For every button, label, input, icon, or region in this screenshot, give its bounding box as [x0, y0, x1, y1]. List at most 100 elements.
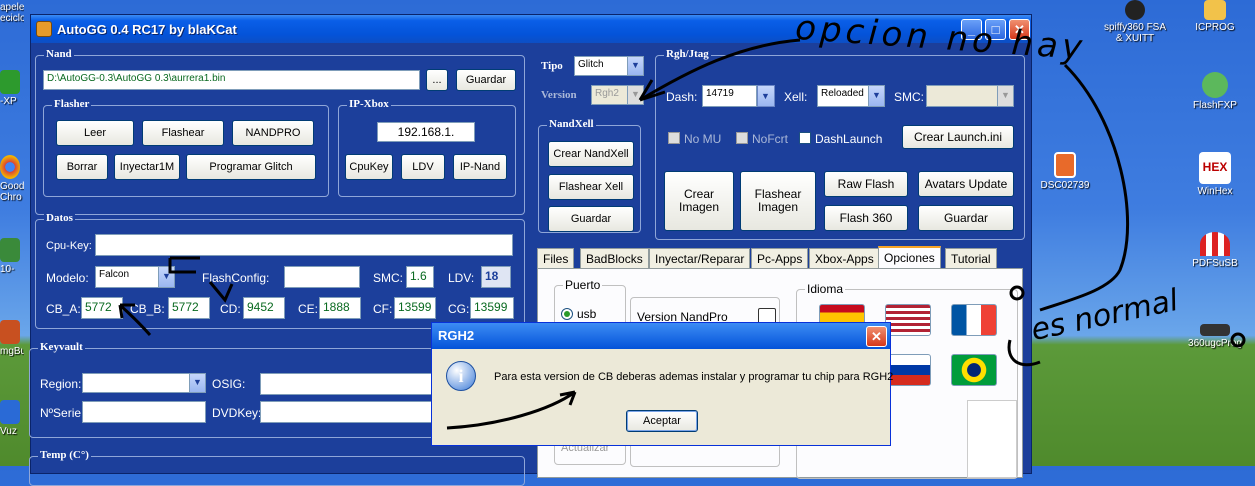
region-select[interactable]: ▼: [82, 373, 206, 393]
flasher-group: Flasher Leer Flashear NANDPRO Borrar Iny…: [43, 98, 329, 197]
app-icon: [0, 238, 20, 262]
avatars-update-button[interactable]: Avatars Update: [918, 171, 1014, 197]
dashlaunch-checkbox[interactable]: [799, 132, 811, 144]
dvdkey-field[interactable]: [260, 401, 440, 423]
tab-opciones[interactable]: Opciones: [878, 246, 941, 268]
flashear-imagen-button[interactable]: Flashear Imagen: [740, 171, 816, 231]
crear-launch-button[interactable]: Crear Launch.ini: [902, 125, 1014, 149]
nomu-checkbox[interactable]: [668, 132, 680, 144]
ce-label: CE:: [298, 302, 319, 316]
desktop-left-icon[interactable]: mgBu: [0, 320, 24, 357]
brazil-flag-icon[interactable]: [951, 354, 997, 386]
flashconfig-field[interactable]: [284, 266, 360, 288]
dialog-message: Para esta version de CB deberas ademas i…: [494, 371, 894, 383]
version-label: Version: [541, 89, 577, 101]
programar-glitch-button[interactable]: Programar Glitch: [186, 154, 316, 180]
desktop-left-icon[interactable]: Vuz: [0, 400, 24, 437]
nandpro-button[interactable]: NANDPRO: [232, 120, 314, 146]
serie-label: NºSerie:: [40, 406, 85, 420]
info-icon: i: [446, 361, 476, 391]
nandxell-save-button[interactable]: Guardar: [548, 206, 634, 232]
tab-tutorial[interactable]: Tutorial: [945, 248, 997, 268]
ldv-button[interactable]: LDV: [401, 154, 445, 180]
tipo-label: Tipo: [541, 60, 563, 72]
cpukey-button[interactable]: CpuKey: [345, 154, 393, 180]
dash-arrow[interactable]: ▼: [757, 85, 775, 107]
tab-files[interactable]: Files: [537, 248, 575, 268]
version-value: Rgh2: [595, 88, 619, 99]
desktop-left-label: Vuz: [0, 426, 17, 437]
tipo-select[interactable]: Glitch ▼: [574, 56, 644, 76]
dialog-title-bar[interactable]: RGH2 ✕: [432, 323, 890, 349]
borrar-button[interactable]: Borrar: [56, 154, 108, 180]
desktop-icon[interactable]: 360ugcProg: [1180, 318, 1250, 349]
browse-button[interactable]: ...: [426, 69, 448, 91]
dash-label: Dash:: [666, 90, 698, 104]
dialog-title: RGH2: [438, 328, 475, 343]
nand-save-button[interactable]: Guardar: [456, 69, 516, 91]
dvdkey-label: DVDKey:: [212, 406, 262, 420]
desktop-icon[interactable]: ICPROG: [1180, 0, 1250, 33]
radio-dot: [564, 311, 570, 317]
ip-field[interactable]: 192.168.1.: [377, 122, 475, 142]
chevron-down-icon: ▼: [627, 86, 643, 104]
raw-flash-button[interactable]: Raw Flash: [824, 171, 908, 197]
image-file-icon: [1054, 152, 1076, 178]
inyectar1m-button[interactable]: Inyectar1M: [114, 154, 180, 180]
xell-select[interactable]: Reloaded ▼: [817, 85, 885, 107]
smc-select[interactable]: ▼: [926, 85, 1014, 107]
scrollbar[interactable]: [967, 400, 1017, 478]
serie-field[interactable]: [82, 401, 206, 423]
desktop-left-icon[interactable]: 10-: [0, 238, 24, 275]
xell-value: Reloaded: [821, 88, 864, 99]
datos-legend: Datos: [44, 212, 75, 224]
modelo-select[interactable]: Falcon ▼: [95, 266, 175, 288]
desktop-left-icon[interactable]: Good Chro: [0, 155, 24, 203]
osig-field[interactable]: [260, 373, 440, 395]
pdf-icon: [1200, 232, 1230, 256]
tab-inyectar-reparar[interactable]: Inyectar/Reparar: [649, 248, 751, 268]
tab-badblocks[interactable]: BadBlocks: [580, 248, 649, 268]
dialog-close-button[interactable]: ✕: [866, 326, 887, 347]
cbb-label: CB_B:: [130, 302, 165, 316]
desktop-left-label: mgBu: [0, 346, 24, 357]
desktop-icon-label: DSC02739: [1040, 180, 1090, 191]
desktop-icon[interactable]: FlashFXP: [1180, 72, 1250, 111]
dash-select[interactable]: 14719: [702, 85, 757, 107]
desktop-icon[interactable]: spiffy360 FSA & XUITT: [1100, 0, 1170, 44]
tab-xbox-apps[interactable]: Xbox-Apps: [809, 248, 880, 268]
usa-flag-icon[interactable]: [885, 304, 931, 336]
flashear-imagen-label: Flashear Imagen: [754, 187, 802, 214]
desktop-left-icon[interactable]: apeler eciclo: [0, 2, 24, 24]
cd-label: CD:: [220, 302, 241, 316]
cpukey-field[interactable]: [95, 234, 513, 256]
desktop-left-label: Good Chro: [0, 181, 24, 203]
desktop-icon[interactable]: HEX WinHex: [1180, 152, 1250, 197]
desktop-icon-label: PDFSuSB: [1192, 258, 1238, 269]
chevron-down-icon: ▼: [627, 57, 643, 75]
nand-group: Nand D:\AutoGG-0.3\AutoGG 0.3\aurrera1.b…: [35, 48, 525, 215]
nandxell-legend: NandXell: [547, 118, 596, 130]
desktop-left-icon[interactable]: -XP: [0, 70, 24, 107]
aceptar-button[interactable]: Aceptar: [626, 410, 698, 432]
rgh-save-button[interactable]: Guardar: [918, 205, 1014, 231]
flash360-button[interactable]: Flash 360: [824, 205, 908, 231]
ldv-datos-label: LDV:: [448, 271, 475, 285]
crear-nandxell-button[interactable]: Crear NandXell: [548, 141, 634, 167]
chrome-icon: [0, 155, 20, 179]
usb-radio[interactable]: [561, 308, 573, 320]
france-flag-icon[interactable]: [951, 304, 997, 336]
version-select[interactable]: Rgh2 ▼: [591, 85, 644, 105]
nand-path-field[interactable]: D:\AutoGG-0.3\AutoGG 0.3\aurrera1.bin: [43, 70, 420, 90]
flashear-xell-button[interactable]: Flashear Xell: [548, 174, 634, 200]
desktop-icon[interactable]: PDFSuSB: [1180, 232, 1250, 269]
app-icon: [0, 400, 20, 424]
desktop-icon-label: ICPROG: [1195, 22, 1235, 33]
leer-button[interactable]: Leer: [56, 120, 134, 146]
nofcrt-checkbox[interactable]: [736, 132, 748, 144]
crear-imagen-button[interactable]: Crear Imagen: [664, 171, 734, 231]
tab-pc-apps[interactable]: Pc-Apps: [751, 248, 809, 268]
ip-nand-button[interactable]: IP-Nand: [453, 154, 507, 180]
flashear-button[interactable]: Flashear: [142, 120, 224, 146]
desktop-icon[interactable]: DSC02739: [1030, 152, 1100, 191]
